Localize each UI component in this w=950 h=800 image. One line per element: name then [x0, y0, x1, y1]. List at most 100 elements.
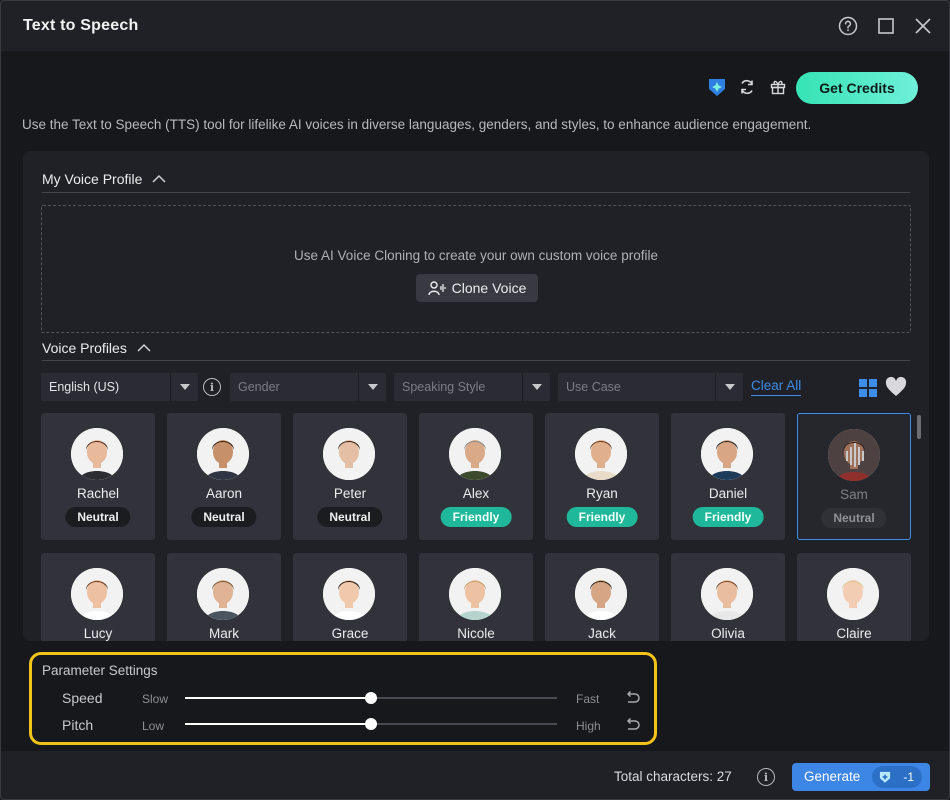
pitch-slider-handle[interactable]	[365, 718, 377, 730]
total-characters: Total characters: 27	[614, 769, 732, 784]
speed-slider-fill	[185, 697, 371, 699]
voice-name: Grace	[331, 626, 369, 641]
voice-name: Alex	[462, 486, 490, 501]
info-icon[interactable]: i	[203, 378, 221, 396]
grid-scrollbar[interactable]	[917, 415, 921, 439]
clone-voice-label: Clone Voice	[451, 280, 527, 296]
voice-card[interactable]: Jack	[545, 553, 659, 641]
use-case-placeholder: Use Case	[566, 380, 621, 394]
voice-style-badge: Friendly	[692, 507, 764, 527]
voice-avatar	[323, 568, 375, 620]
voice-card[interactable]: Ryan Friendly	[545, 413, 659, 540]
pitch-slider[interactable]	[185, 718, 557, 730]
voice-name: Lucy	[83, 626, 113, 641]
reset-speed-icon[interactable]	[623, 689, 641, 707]
voice-card[interactable]: Olivia	[671, 553, 785, 641]
voice-card[interactable]: Peter Neutral	[293, 413, 407, 540]
voice-avatar	[71, 428, 123, 480]
voice-name: Nicole	[457, 626, 495, 641]
caret-down-icon	[358, 373, 386, 401]
voice-card[interactable]: Lucy	[41, 553, 155, 641]
voice-name: Jack	[588, 626, 616, 641]
voice-name: Ryan	[586, 486, 618, 501]
pitch-slider-fill	[185, 723, 371, 725]
voice-clone-dropzone: Use AI Voice Cloning to create your own …	[41, 205, 911, 333]
voice-name: Sam	[840, 487, 868, 502]
maximize-icon[interactable]	[875, 15, 897, 37]
window-title: Text to Speech	[23, 17, 139, 34]
clear-all-link[interactable]: Clear All	[751, 378, 802, 396]
voice-name: Aaron	[205, 486, 243, 501]
generate-cost-badge: -1	[872, 766, 922, 788]
voice-avatar	[71, 568, 123, 620]
voice-card[interactable]: Nicole	[419, 553, 533, 641]
voice-name: Mark	[209, 626, 239, 641]
pitch-max-label: High	[576, 719, 601, 733]
voice-style-badge: Neutral	[65, 507, 131, 527]
voice-card[interactable]: Rachel Neutral	[41, 413, 155, 540]
gift-icon[interactable]	[767, 76, 789, 98]
voice-profiles-header[interactable]: Voice Profiles	[42, 340, 151, 356]
voice-card[interactable]: Aaron Neutral	[167, 413, 281, 540]
pitch-label: Pitch	[62, 717, 94, 733]
reset-pitch-icon[interactable]	[623, 716, 641, 734]
voice-avatar	[827, 568, 879, 620]
my-voice-profile-header[interactable]: My Voice Profile	[42, 171, 166, 187]
credits-gem-icon[interactable]	[706, 76, 728, 98]
close-icon[interactable]	[912, 15, 934, 37]
voice-style-badge: Neutral	[191, 507, 257, 527]
voice-avatar	[701, 568, 753, 620]
voice-style-badge: Neutral	[821, 508, 887, 528]
speed-min-label: Slow	[142, 692, 169, 706]
language-value: English (US)	[49, 380, 120, 394]
voice-style-badge: Friendly	[440, 507, 512, 527]
caret-down-icon	[170, 373, 198, 401]
voice-clone-icon	[427, 281, 446, 296]
voice-avatar	[575, 428, 627, 480]
gender-select[interactable]: Gender	[230, 373, 386, 401]
voice-style-badge: Friendly	[566, 507, 638, 527]
voice-name: Claire	[836, 626, 872, 641]
clone-voice-button[interactable]: Clone Voice	[416, 274, 538, 302]
voice-card[interactable]: Grace	[293, 553, 407, 641]
speed-slider[interactable]	[185, 692, 557, 704]
speaking-style-placeholder: Speaking Style	[402, 380, 486, 394]
chevron-up-icon	[137, 343, 151, 352]
speed-label: Speed	[62, 690, 103, 706]
clone-prompt: Use AI Voice Cloning to create your own …	[294, 248, 658, 263]
parameter-settings-heading: Parameter Settings	[42, 663, 158, 678]
voice-card[interactable]: Daniel Friendly	[671, 413, 785, 540]
generate-button[interactable]: Generate -1	[792, 763, 930, 791]
refresh-icon[interactable]	[736, 76, 758, 98]
voice-avatar	[323, 428, 375, 480]
speed-slider-handle[interactable]	[365, 692, 377, 704]
speaking-style-select[interactable]: Speaking Style	[394, 373, 550, 401]
caret-down-icon	[715, 373, 743, 401]
chevron-up-icon	[152, 174, 166, 183]
use-case-select[interactable]: Use Case	[558, 373, 743, 401]
description-text: Use the Text to Speech (TTS) tool for li…	[22, 117, 812, 132]
voice-profiles-heading: Voice Profiles	[42, 340, 127, 356]
voice-avatar	[197, 568, 249, 620]
credits-gem-icon	[879, 771, 891, 783]
voice-card[interactable]: Alex Friendly	[419, 413, 533, 540]
caret-down-icon	[522, 373, 550, 401]
voice-avatar	[449, 428, 501, 480]
voice-card[interactable]: Mark	[167, 553, 281, 641]
voice-card[interactable]: Sam Neutral	[797, 413, 911, 540]
info-icon[interactable]: i	[757, 768, 775, 786]
voice-name: Daniel	[708, 486, 748, 501]
my-voice-profile-heading: My Voice Profile	[42, 171, 143, 187]
generate-cost-value: -1	[903, 770, 914, 784]
divider	[42, 192, 910, 193]
voice-card[interactable]: Claire	[797, 553, 911, 641]
favorites-heart-icon[interactable]	[885, 376, 907, 397]
voice-avatar	[575, 568, 627, 620]
voice-avatar	[701, 428, 753, 480]
tts-window: Text to Speech Get Credits Use the Text …	[0, 0, 950, 800]
get-credits-button[interactable]: Get Credits	[796, 72, 918, 104]
help-icon[interactable]	[837, 15, 859, 37]
language-select[interactable]: English (US)	[41, 373, 198, 401]
voice-avatar	[449, 568, 501, 620]
grid-view-icon[interactable]	[858, 378, 878, 398]
